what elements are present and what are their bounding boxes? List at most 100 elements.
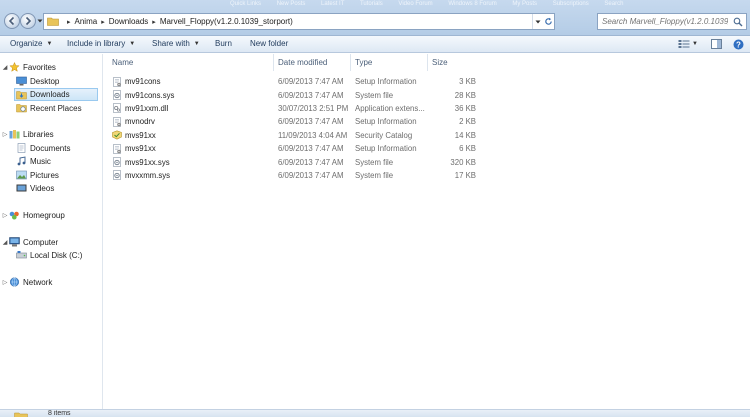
breadcrumb-downloads[interactable]: Downloads: [109, 17, 149, 26]
column-header-size[interactable]: Size: [428, 54, 478, 71]
file-row[interactable]: mvs91xx 6/09/2013 7:47 AM Setup Informat…: [110, 142, 480, 155]
system-file-icon: [113, 90, 121, 100]
nav-label: Computer: [23, 237, 59, 247]
file-row[interactable]: mvxxmm.sys 6/09/2013 7:47 AM System file…: [110, 169, 480, 182]
nav-local-disk[interactable]: Local Disk (C:): [16, 250, 82, 260]
burn-button[interactable]: Burn: [215, 39, 232, 48]
setup-info-icon: [113, 76, 121, 87]
file-size: 17 KB: [454, 170, 476, 180]
address-controls: [532, 14, 554, 29]
bg-link: Tutorials: [359, 1, 383, 7]
back-button[interactable]: [4, 13, 20, 29]
file-name: mv91xxm.dll: [125, 103, 169, 113]
nav-computer[interactable]: ◢ Computer: [2, 237, 58, 247]
file-row[interactable]: mv91xxm.dll 30/07/2013 2:51 PM Applicati…: [110, 102, 480, 115]
nav-label: Recent Places: [30, 103, 82, 113]
nav-documents[interactable]: Documents: [16, 143, 70, 153]
item-count: 8 items: [48, 410, 71, 417]
file-name-cell: mvs91xx.sys: [112, 157, 170, 167]
refresh-icon[interactable]: [544, 17, 553, 26]
file-size: 6 KB: [459, 144, 476, 154]
chevron-down-icon[interactable]: [535, 19, 541, 25]
search-icon[interactable]: [733, 17, 743, 27]
chevron-down-icon: ▼: [692, 41, 698, 47]
expand-arrow-icon[interactable]: ▷: [2, 212, 8, 219]
svg-text:?: ?: [736, 40, 741, 49]
new-folder-button[interactable]: New folder: [250, 39, 288, 48]
bg-link: Subscriptions: [552, 1, 589, 7]
column-header-name[interactable]: Name: [108, 54, 274, 71]
expand-arrow-icon[interactable]: ◢: [2, 64, 8, 71]
share-with-button[interactable]: Share with ▼: [152, 39, 200, 48]
breadcrumb-current-folder[interactable]: Marvell_Floppy(v1.2.0.1039_storport): [160, 17, 293, 26]
network-icon: [9, 277, 20, 287]
include-in-library-label: Include in library: [67, 39, 126, 48]
system-file-icon: [113, 170, 121, 181]
search-box[interactable]: [597, 13, 747, 30]
back-arrow-icon: [8, 16, 15, 26]
file-row[interactable]: mv91cons 6/09/2013 7:47 AM Setup Informa…: [110, 75, 480, 88]
file-name: mvnodrv: [125, 117, 155, 127]
folder-icon: [14, 412, 28, 417]
homegroup-icon: [9, 211, 19, 220]
breadcrumb-separator[interactable]: ▸: [101, 18, 105, 26]
help-button[interactable]: ?: [733, 39, 744, 50]
file-date: 6/09/2013 7:47 AM: [278, 170, 344, 180]
nav-videos[interactable]: Videos: [16, 183, 54, 193]
breadcrumb-separator[interactable]: ▸: [67, 18, 71, 26]
file-list[interactable]: Name Date modified Type Size mv91cons 6/…: [104, 54, 750, 409]
nav-libraries[interactable]: ▷ Libraries: [2, 129, 54, 139]
expand-arrow-icon[interactable]: ▷: [2, 279, 8, 286]
column-header-type[interactable]: Type: [351, 54, 428, 71]
nav-network[interactable]: ▷ Network: [2, 277, 52, 287]
computer-icon: [9, 237, 20, 247]
nav-desktop[interactable]: Desktop: [16, 76, 59, 86]
file-row[interactable]: mv91cons.sys 6/09/2013 7:47 AM System fi…: [110, 88, 480, 101]
nav-pictures[interactable]: Pictures: [16, 170, 59, 180]
file-name: mvxxmm.sys: [125, 170, 171, 180]
breadcrumb-anima[interactable]: Anima: [75, 17, 98, 26]
nav-label: Favorites: [23, 62, 56, 72]
chevron-down-icon: ▼: [193, 40, 200, 47]
include-in-library-button[interactable]: Include in library ▼: [67, 39, 135, 48]
downloads-folder-icon: [16, 90, 27, 99]
file-name: mv91cons.sys: [125, 90, 175, 100]
background-browser-links: Quick Links New Posts Latest IT Tutorial…: [230, 1, 637, 7]
nav-homegroup[interactable]: ▷ Homegroup: [2, 210, 65, 220]
organize-button[interactable]: Organize ▼: [10, 39, 52, 48]
search-input[interactable]: [598, 17, 728, 26]
file-row[interactable]: mvnodrv 6/09/2013 7:47 AM Setup Informat…: [110, 115, 480, 128]
forward-button[interactable]: [20, 13, 36, 29]
status-bar: 8 items: [0, 409, 750, 417]
organize-label: Organize: [10, 39, 43, 48]
breadcrumb-separator[interactable]: ▸: [152, 18, 156, 26]
bg-link: Latest IT: [321, 1, 345, 7]
view-list-icon: [678, 40, 690, 48]
expand-arrow-icon[interactable]: ▷: [2, 131, 8, 138]
file-name-cell: mvnodrv: [112, 117, 155, 127]
file-size: 320 KB: [450, 157, 476, 167]
column-header-date-modified[interactable]: Date modified: [274, 54, 351, 71]
nav-label: Homegroup: [23, 210, 65, 220]
file-name: mv91cons: [125, 77, 161, 87]
file-row[interactable]: mvs91xx.sys 6/09/2013 7:47 AM System fil…: [110, 155, 480, 168]
preview-pane-button[interactable]: [711, 39, 722, 49]
nav-favorites[interactable]: ◢ Favorites: [2, 62, 56, 72]
file-row[interactable]: mvs91xx 11/09/2013 4:04 AM Security Cata…: [110, 129, 480, 142]
forward-arrow-icon: [25, 16, 32, 26]
title-bar: Quick Links New Posts Latest IT Tutorial…: [0, 0, 750, 36]
view-options-button[interactable]: ▼: [678, 39, 698, 49]
nav-downloads[interactable]: Downloads: [14, 88, 98, 101]
file-name-cell: mv91cons: [112, 76, 161, 87]
nav-label: Videos: [30, 183, 55, 193]
address-bar[interactable]: ▸ Anima ▸ Downloads ▸ Marvell_Floppy(v1.…: [43, 13, 555, 30]
file-size: 14 KB: [454, 130, 476, 140]
column-label: Name: [112, 58, 134, 67]
file-type: System file: [355, 90, 394, 100]
nav-recent-places[interactable]: Recent Places: [16, 103, 82, 113]
nav-label: Pictures: [30, 170, 59, 180]
file-size: 2 KB: [459, 117, 476, 127]
file-name: mvs91xx: [125, 130, 156, 140]
expand-arrow-icon[interactable]: ◢: [2, 239, 8, 246]
nav-music[interactable]: Music: [16, 156, 51, 166]
